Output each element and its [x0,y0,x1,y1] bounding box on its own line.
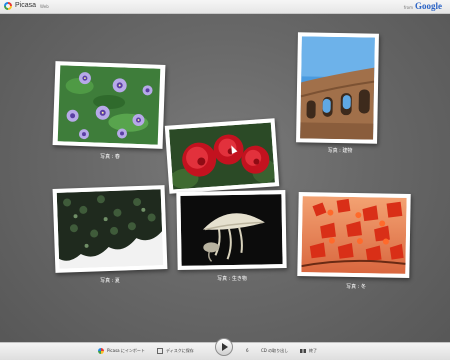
photo-card-winter[interactable] [297,192,411,278]
bottom-control-bar: Picasa にインポート ディスクに保存 6 CD の取り出し 終了 [0,338,450,360]
picasa-logo-small-icon [98,348,104,354]
disc-label: ディスクに保存 [166,348,194,353]
colosseum-image [300,36,375,140]
google-brand: from Google [404,1,442,12]
counter-value: 6 [246,348,249,353]
ivy-wall-image [56,189,164,269]
red-peonies-image [169,122,275,190]
pansy-flowers-image [57,65,161,145]
eject-label: CD の取り出し [261,348,289,353]
picasa-logo-icon [4,2,12,10]
play-icon [222,343,228,351]
logo-subtext: Web [40,3,49,9]
exit-icon [300,349,306,353]
disc-icon [157,348,163,354]
photo-caption-winter: 写真 : 冬 [346,284,366,290]
photo-caption-buildings: 写真 : 建物 [327,148,353,154]
exit-button[interactable]: 終了 [300,348,317,354]
jellyfish-image [180,194,283,266]
photo-card-buildings[interactable] [296,32,379,144]
autumn-maple-image [301,196,407,274]
import-to-picasa-button[interactable]: Picasa にインポート [98,348,145,354]
play-slideshow-button[interactable] [215,338,233,356]
eject-cd-button[interactable]: CD の取り出し [261,348,288,354]
photo-caption-spring: 写真 : 春 [100,154,120,160]
logo-text: Picasa [15,2,37,9]
exit-label: 終了 [309,348,317,353]
photo-card-flowers[interactable] [164,118,280,194]
photo-caption-creatures: 写真 : 生き物 [217,276,247,282]
brand-from-text: from [403,5,413,10]
picasa-slideshow-app: Picasa Web from Google 写真 : 春 写真: 建物 写真… [0,0,450,360]
photo-card-creatures[interactable] [176,190,287,270]
save-to-disc-button[interactable]: ディスクに保存 [157,348,194,354]
import-label: Picasa にインポート [107,348,145,353]
picasa-logo: Picasa Web [4,2,49,10]
photo-card-summer[interactable] [52,185,168,273]
top-title-bar: Picasa Web from Google [0,0,450,14]
photo-card-spring[interactable] [52,61,166,149]
google-logo: Google [415,1,442,11]
photo-counter: 6 [246,348,249,353]
photo-caption-summer: 写真 : 夏 [100,278,120,284]
